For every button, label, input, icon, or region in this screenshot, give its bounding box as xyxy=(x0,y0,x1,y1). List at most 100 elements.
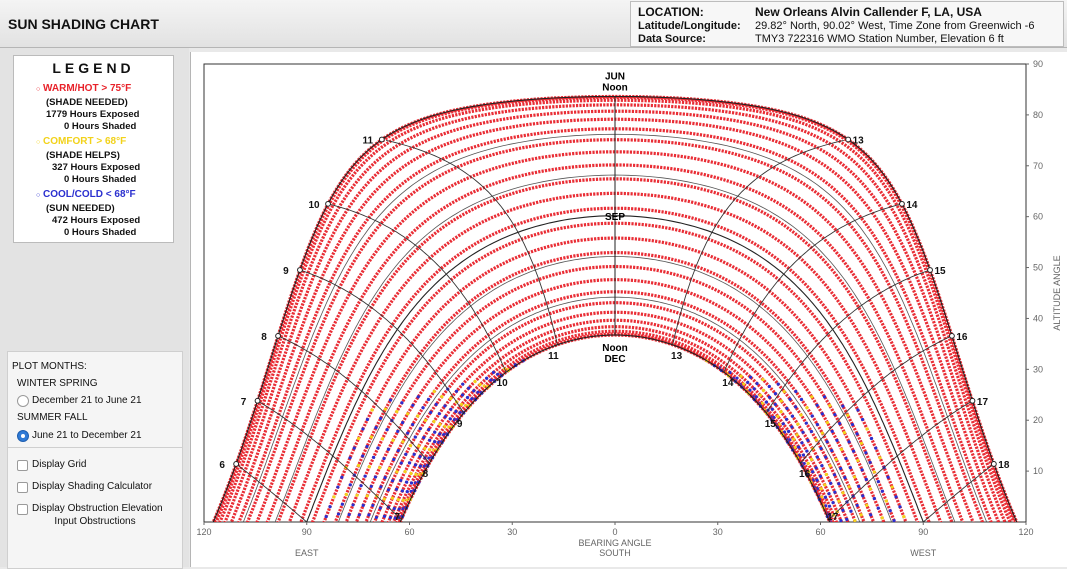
cool-point xyxy=(427,427,431,432)
cool-point xyxy=(348,483,352,487)
cool-point xyxy=(790,414,795,418)
cool-point xyxy=(799,413,803,417)
cool-point xyxy=(823,495,828,499)
shading-calculator-checkbox[interactable] xyxy=(17,482,28,493)
latlon-label: Latitude/Longitude: xyxy=(638,20,741,32)
winter-spring-option[interactable]: December 21 to June 21 xyxy=(32,395,142,406)
cool-point xyxy=(344,492,348,497)
cool-point xyxy=(815,478,819,482)
display-grid-label[interactable]: Display Grid xyxy=(32,459,86,470)
cool-point xyxy=(782,389,786,394)
cool-point xyxy=(868,487,872,491)
cool-point xyxy=(371,503,375,508)
label-dec: DEC xyxy=(604,354,625,365)
cool-point xyxy=(902,515,906,519)
cool-point xyxy=(784,417,789,421)
summer-hour-marker xyxy=(927,267,933,273)
cool-point xyxy=(801,430,805,434)
cool-point xyxy=(391,479,395,483)
cool-point xyxy=(418,464,422,468)
cool-point xyxy=(340,502,344,506)
input-obstructions-button[interactable]: Input Obstructions xyxy=(8,516,182,527)
cool-point xyxy=(428,438,432,442)
cool-point xyxy=(336,485,340,489)
cool-point xyxy=(868,460,872,464)
cool-point xyxy=(401,440,405,444)
cool-point xyxy=(856,408,860,412)
cool-point xyxy=(848,466,852,470)
cool-point xyxy=(824,455,828,459)
cool-point xyxy=(336,512,341,516)
cool-point xyxy=(454,389,459,393)
cool-point xyxy=(830,429,834,434)
x-axis-label: BEARING ANGLE xyxy=(578,538,651,548)
cool-point xyxy=(395,470,399,474)
cool-point xyxy=(810,395,814,399)
summer-fall-radio[interactable] xyxy=(17,430,29,442)
cool-point xyxy=(752,387,756,391)
cool-point xyxy=(846,413,850,417)
cool-point xyxy=(356,463,361,468)
obstruction-elevation-label[interactable]: Display Obstruction Elevation xyxy=(32,503,163,514)
cool-point xyxy=(822,395,827,399)
cool-point xyxy=(437,412,441,416)
cool-point xyxy=(779,399,783,403)
cool-point xyxy=(460,393,465,397)
winter-hour-label: 7 xyxy=(394,512,400,523)
cool-point xyxy=(770,407,774,411)
y-tick-label: 80 xyxy=(1033,110,1043,120)
cool-point xyxy=(388,515,392,520)
cool-point xyxy=(830,448,834,453)
location-label: LOCATION: xyxy=(638,5,704,19)
cool-point xyxy=(847,485,851,489)
summer-hour-marker xyxy=(378,136,385,143)
cool-point xyxy=(804,421,808,425)
cool-point xyxy=(418,454,422,459)
cool-point xyxy=(374,515,379,520)
x-axis-sublabel: SOUTH xyxy=(599,548,631,558)
cool-point xyxy=(438,422,442,427)
cool-point xyxy=(761,377,765,382)
winter-spring-radio[interactable] xyxy=(17,395,29,407)
winter-hour-label: 17 xyxy=(827,512,839,523)
sun-shading-chart: 6 7 8 9 10 11 13 14 15 16 17 18 7 8 9 10 11 13 14 15 16 17 JUN… xyxy=(196,59,1062,558)
cool-point xyxy=(792,437,796,441)
cool-point xyxy=(359,484,363,488)
cool-point xyxy=(806,461,810,465)
display-grid-checkbox[interactable] xyxy=(17,460,28,471)
header-bar: SUN SHADING CHART LOCATION: New Orleans … xyxy=(0,0,1067,48)
cool-point xyxy=(814,466,818,470)
legend-comfort-exposed: 327 Hours Exposed xyxy=(52,162,141,173)
winter-hour-label: 16 xyxy=(799,469,811,480)
cool-point xyxy=(873,523,876,526)
cool-point xyxy=(860,417,865,422)
cool-point xyxy=(864,451,868,455)
cool-point xyxy=(855,432,859,436)
cool-point xyxy=(443,415,447,419)
cool-point xyxy=(843,476,847,480)
cool-point xyxy=(796,422,800,426)
cool-point xyxy=(856,458,860,463)
summer-fall-option[interactable]: June 21 to December 21 xyxy=(32,430,142,441)
cool-point xyxy=(818,474,823,478)
obstruction-elevation-checkbox[interactable] xyxy=(17,504,28,515)
legend-cool-exposed: 472 Hours Exposed xyxy=(52,215,141,226)
cool-point xyxy=(767,395,772,399)
source-label: Data Source: xyxy=(638,33,706,45)
y-tick-label: 90 xyxy=(1033,59,1043,69)
cool-point xyxy=(458,410,462,415)
cool-point xyxy=(379,416,383,420)
cool-point xyxy=(859,513,863,517)
cool-point xyxy=(739,374,743,378)
cool-point xyxy=(371,525,374,528)
cool-point xyxy=(797,445,801,449)
cool-point xyxy=(400,401,404,405)
cool-point xyxy=(805,449,809,453)
shading-calculator-label[interactable]: Display Shading Calculator xyxy=(32,481,152,492)
legend-comfort-shaded: 0 Hours Shaded xyxy=(64,174,137,185)
x-tick-label: 90 xyxy=(918,527,928,537)
cool-point xyxy=(443,404,447,408)
cool-point xyxy=(795,433,799,437)
cool-point xyxy=(422,436,426,440)
x-tick-label: 60 xyxy=(815,527,825,537)
